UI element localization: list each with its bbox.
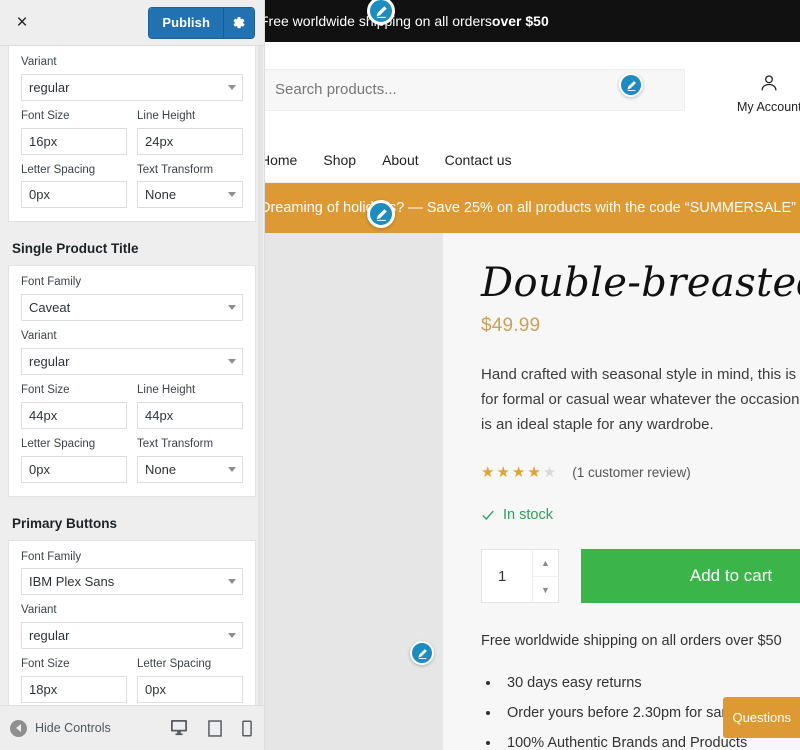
- gear-icon[interactable]: [223, 7, 254, 38]
- site-header: Search products... My Account: [265, 42, 800, 137]
- stock-status: In stock: [481, 507, 800, 523]
- control-card-single-product-title: Font Family Caveat Variant regular Font …: [8, 265, 256, 497]
- variant-select[interactable]: regular: [21, 73, 243, 101]
- field-label-font-size: Font Size: [21, 658, 70, 671]
- product-section: Double-breasted jacket $49.99 Hand craft…: [265, 233, 800, 750]
- site-preview-frame[interactable]: Free worldwide shipping on all orders ov…: [265, 0, 800, 750]
- hide-controls-button[interactable]: Hide Controls: [10, 719, 111, 737]
- publish-button-group: Publish: [149, 7, 254, 38]
- nav-item-shop[interactable]: Shop: [323, 152, 356, 168]
- text-transform-select[interactable]: None: [137, 455, 243, 483]
- announcement-bar: Free worldwide shipping on all orders ov…: [265, 0, 800, 42]
- header-icon-group: My Account Customer Service: [737, 72, 800, 114]
- variant-select[interactable]: regular: [21, 347, 243, 375]
- sidebar-scrollbar[interactable]: [258, 46, 263, 706]
- collapse-arrow-icon: [10, 719, 27, 737]
- field-label-font-family: Font Family: [21, 276, 82, 289]
- field-label-variant: Variant: [21, 56, 57, 68]
- nav-item-about[interactable]: About: [382, 152, 419, 168]
- previewed-page: Free worldwide shipping on all orders ov…: [265, 0, 800, 750]
- field-label-font-size: Font Size: [21, 383, 70, 396]
- main-navigation: Home Shop About Contact us: [265, 137, 800, 183]
- my-account-label: My Account: [737, 99, 800, 114]
- search-placeholder: Search products...: [275, 81, 397, 98]
- field-label-font-family: Font Family: [21, 550, 82, 563]
- product-description: Hand crafted with seasonal style in mind…: [481, 366, 800, 433]
- check-icon: [482, 510, 494, 521]
- customer-review-link[interactable]: (1 customer review): [572, 465, 691, 480]
- add-to-cart-button[interactable]: Add to cart: [581, 549, 800, 604]
- edit-pencil-icon-promo[interactable]: [367, 200, 395, 228]
- customizer-sidebar: × Publish Variant regular Font Size 16px…: [0, 0, 265, 750]
- field-label-letter-spacing: Letter Spacing: [137, 658, 212, 671]
- add-to-cart-row: 1 ▲ ▼ Add to cart: [481, 549, 800, 604]
- desktop-icon[interactable]: [170, 720, 188, 736]
- rating-row: ★★★★★ (1 customer review): [481, 463, 800, 481]
- list-item: 30 days easy returns: [501, 669, 800, 699]
- announcement-text-bold: over $50: [491, 13, 549, 29]
- field-label-letter-spacing: Letter Spacing: [21, 437, 96, 450]
- product-gallery: [265, 233, 443, 750]
- customizer-screen: × Publish Variant regular Font Size 16px…: [0, 0, 800, 750]
- font-size-input[interactable]: 16px: [21, 127, 127, 155]
- field-label-line-height: Line Height: [137, 383, 196, 396]
- shipping-note: Free worldwide shipping on all orders ov…: [481, 633, 800, 649]
- quantity-value[interactable]: 1: [482, 550, 532, 602]
- nav-item-contact-us[interactable]: Contact us: [445, 152, 512, 168]
- nav-item-home[interactable]: Home: [265, 152, 297, 168]
- field-label-variant: Variant: [21, 604, 57, 617]
- field-label-font-size: Font Size: [21, 109, 70, 122]
- promo-banner: Dreaming of holidays? — Save 25% on all …: [265, 183, 800, 233]
- mobile-icon[interactable]: [242, 720, 252, 737]
- edit-pencil-icon-search[interactable]: [619, 73, 643, 97]
- font-size-input[interactable]: 18px: [21, 675, 127, 703]
- stock-label: In stock: [503, 507, 553, 524]
- promo-text: Dreaming of holidays? — Save 25% on all …: [265, 200, 796, 216]
- section-title-primary-buttons: Primary Buttons: [12, 515, 118, 531]
- quantity-decrease-button[interactable]: ▼: [533, 577, 558, 603]
- publish-button[interactable]: Publish: [149, 7, 223, 38]
- quantity-stepper[interactable]: 1 ▲ ▼: [481, 549, 559, 604]
- variant-select[interactable]: regular: [21, 622, 243, 650]
- text-transform-select[interactable]: None: [137, 181, 243, 209]
- field-label-text-transform: Text Transform: [137, 437, 214, 450]
- quantity-increase-button[interactable]: ▲: [533, 550, 558, 577]
- edit-pencil-icon-shipping[interactable]: [410, 641, 434, 665]
- field-label-text-transform: Text Transform: [137, 163, 214, 176]
- customizer-controls-scroll[interactable]: Variant regular Font Size 16px Line Heig…: [0, 46, 264, 705]
- customizer-footer: Hide Controls: [0, 705, 264, 750]
- tablet-icon[interactable]: [208, 719, 222, 737]
- product-summary: Double-breasted jacket $49.99 Hand craft…: [443, 233, 800, 750]
- device-preview-buttons: [170, 719, 252, 737]
- hide-controls-label: Hide Controls: [35, 721, 111, 735]
- font-family-select[interactable]: Caveat: [21, 294, 243, 322]
- control-card-primary-buttons: Font Family IBM Plex Sans Variant regula…: [8, 539, 256, 705]
- my-account-link[interactable]: My Account: [737, 72, 800, 114]
- quantity-arrows: ▲ ▼: [532, 550, 558, 603]
- letter-spacing-input[interactable]: 0px: [21, 455, 127, 483]
- close-icon[interactable]: ×: [8, 9, 36, 37]
- letter-spacing-input[interactable]: 0px: [137, 675, 243, 703]
- letter-spacing-input[interactable]: 0px: [21, 181, 127, 209]
- star-rating-icon: ★★★★★: [481, 464, 559, 482]
- control-card-typography-body: Variant regular Font Size 16px Line Heig…: [8, 46, 256, 223]
- section-title-single-product-title: Single Product Title: [12, 241, 139, 257]
- field-label-letter-spacing: Letter Spacing: [21, 163, 96, 176]
- product-price: $49.99: [481, 315, 541, 336]
- line-height-input[interactable]: 24px: [137, 127, 243, 155]
- field-label-variant: Variant: [21, 330, 57, 343]
- shipping-note-label: Free worldwide shipping on all orders ov…: [481, 633, 782, 650]
- questions-tab[interactable]: Questions: [723, 697, 800, 738]
- font-family-select[interactable]: IBM Plex Sans: [21, 568, 243, 596]
- field-label-line-height: Line Height: [137, 109, 196, 122]
- font-size-input[interactable]: 44px: [21, 401, 127, 429]
- customizer-header: × Publish: [0, 0, 264, 46]
- line-height-input[interactable]: 44px: [137, 401, 243, 429]
- product-title: Double-breasted jacket: [481, 260, 800, 306]
